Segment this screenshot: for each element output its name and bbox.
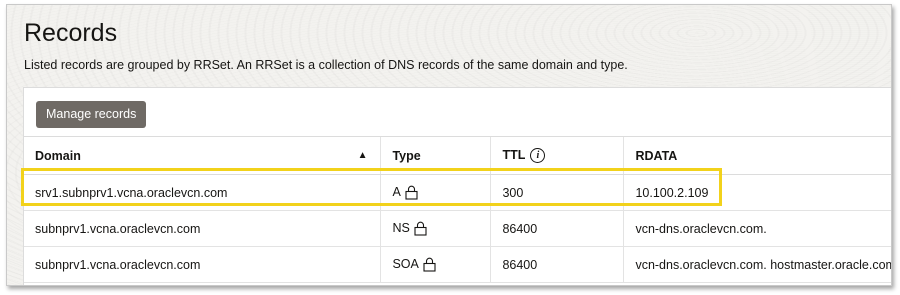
cell-type: A [380, 174, 491, 211]
cell-type-value: A [392, 184, 401, 199]
records-panel: Manage records Domain ▲ Type TTL i RDATA… [23, 87, 891, 285]
table-row: subnprv1.vcna.oraclevcn.com SOA 86400 vc… [24, 246, 891, 283]
cell-rdata: 10.100.2.109 [623, 174, 891, 211]
table-header-row: Domain ▲ Type TTL i RDATA [24, 136, 891, 175]
page-description: Listed records are grouped by RRSet. An … [24, 58, 628, 72]
sort-up-icon[interactable]: ▲ [358, 150, 368, 161]
cell-type-value: NS [392, 220, 410, 235]
cell-type: NS [380, 210, 491, 247]
lock-icon [423, 257, 436, 272]
column-header-type: Type [380, 136, 491, 175]
info-icon[interactable]: i [530, 148, 546, 164]
column-header-domain[interactable]: Domain ▲ [24, 136, 381, 175]
column-header-rdata-label: RDATA [635, 148, 678, 163]
column-header-type-label: Type [392, 148, 421, 163]
column-header-domain-label: Domain [35, 148, 81, 163]
table-row: subnprv1.vcna.oraclevcn.com NS 86400 vcn… [24, 210, 891, 247]
lock-icon [414, 221, 427, 236]
cell-type-value: SOA [392, 256, 419, 271]
column-header-ttl: TTL i [490, 136, 624, 175]
lock-icon [405, 185, 418, 200]
records-section: Records Listed records are grouped by RR… [6, 4, 892, 286]
manage-records-button[interactable]: Manage records [36, 101, 147, 128]
cell-ttl: 86400 [490, 210, 624, 247]
cell-ttl: 86400 [490, 246, 624, 283]
cell-domain: srv1.subnprv1.vcna.oraclevcn.com [24, 174, 381, 211]
cell-rdata: vcn-dns.oraclevcn.com. [623, 210, 891, 247]
cell-ttl: 300 [490, 174, 624, 211]
records-table: Domain ▲ Type TTL i RDATA srv1.subnprv1.… [24, 136, 891, 283]
cell-type: SOA [380, 246, 491, 283]
cell-domain: subnprv1.vcna.oraclevcn.com [24, 210, 381, 247]
table-row: srv1.subnprv1.vcna.oraclevcn.com A 300 1… [24, 174, 891, 211]
column-header-ttl-label: TTL [502, 147, 526, 162]
page-title: Records [24, 19, 118, 47]
cell-domain: subnprv1.vcna.oraclevcn.com [24, 246, 381, 283]
cell-rdata: vcn-dns.oraclevcn.com. hostmaster.oracle… [623, 246, 891, 283]
column-header-rdata: RDATA [623, 136, 891, 175]
